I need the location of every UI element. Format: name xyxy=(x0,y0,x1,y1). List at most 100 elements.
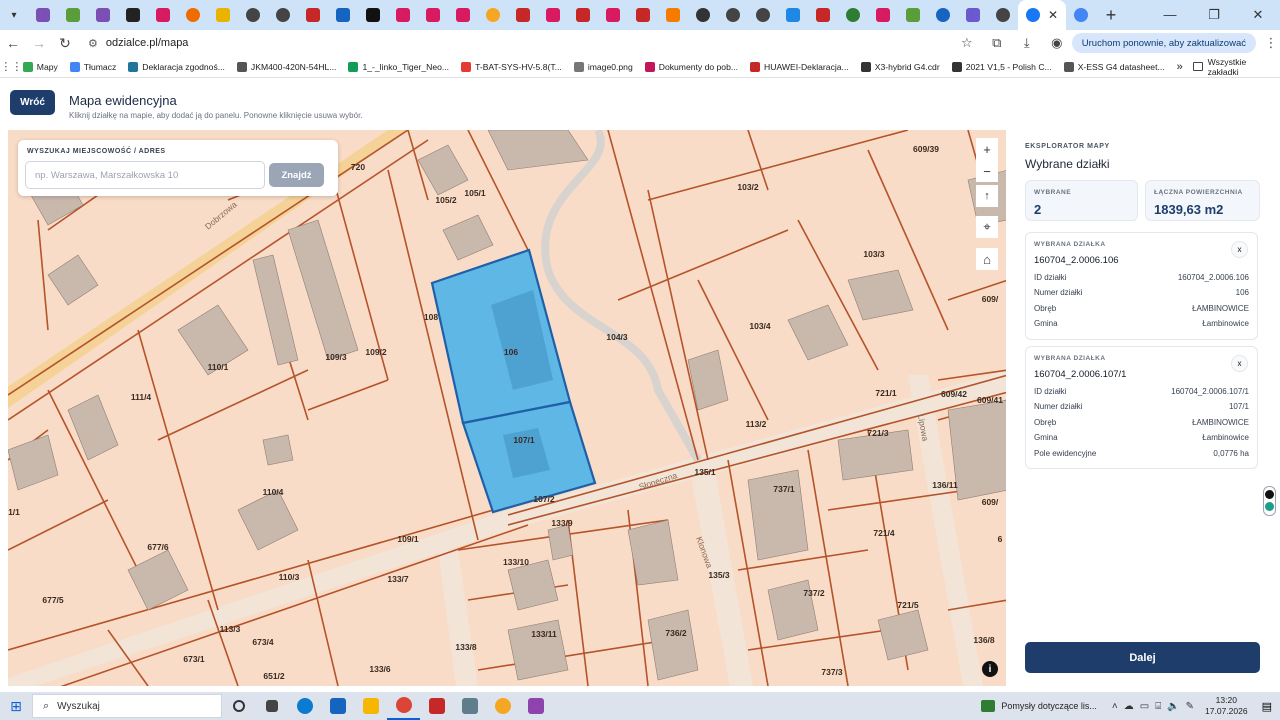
tab-favicon[interactable] xyxy=(598,0,628,30)
tab-favicon[interactable] xyxy=(898,0,928,30)
bookmark-item[interactable]: Mapy xyxy=(22,61,58,72)
bookmark-item[interactable]: X-ESS G4 datasheet... xyxy=(1063,61,1165,72)
more-bookmarks-icon[interactable]: » xyxy=(1177,61,1183,73)
bookmark-item[interactable]: Dokumenty do pob... xyxy=(644,61,738,72)
apps-icon[interactable]: ⋮⋮ xyxy=(0,60,23,73)
home-icon[interactable]: ⌂ xyxy=(976,248,998,270)
tab-favicon[interactable] xyxy=(238,0,268,30)
bookmark-item[interactable]: HUAWEI-Deklaracja... xyxy=(750,61,849,72)
network-icon[interactable]: ⌸ xyxy=(1155,701,1161,712)
onedrive-icon[interactable]: ☁ xyxy=(1124,701,1134,712)
next-button[interactable]: Dalej xyxy=(1025,642,1260,673)
tab-favicon[interactable] xyxy=(508,0,538,30)
app-icon[interactable] xyxy=(519,692,552,720)
zoom-in-button[interactable]: + xyxy=(976,138,998,160)
tab-favicon[interactable] xyxy=(148,0,178,30)
tab-favicon[interactable] xyxy=(928,0,958,30)
tab-favicon[interactable] xyxy=(178,0,208,30)
search-input[interactable]: np. Warszawa, Marszałkowska 10 xyxy=(25,161,265,189)
taskbar-search[interactable]: ⌕ Wyszukaj xyxy=(32,694,222,718)
map-canvas[interactable]: 720 105/1 105/2 108 106 107/1 107/2 109/3 109/2 1… xyxy=(8,130,1006,686)
extensions-icon[interactable]: ⧉ xyxy=(982,35,1012,51)
reload-icon[interactable]: ↻ xyxy=(52,35,78,52)
close-widget-icon[interactable] xyxy=(1265,490,1274,499)
locate-icon[interactable]: ⌖ xyxy=(976,216,998,238)
tab-favicon[interactable] xyxy=(28,0,58,30)
active-tab[interactable]: ✕ xyxy=(1018,0,1066,30)
new-tab-button[interactable]: + xyxy=(1096,5,1126,26)
outlook-icon[interactable] xyxy=(321,692,354,720)
zoom-out-button[interactable]: − xyxy=(976,160,998,182)
tab-favicon[interactable] xyxy=(958,0,988,30)
restore-icon[interactable]: ❐ xyxy=(1192,7,1236,23)
language-icon[interactable]: ✎ xyxy=(1186,701,1194,712)
tab-favicon[interactable] xyxy=(838,0,868,30)
file-explorer-icon[interactable] xyxy=(354,692,387,720)
tab-favicon[interactable] xyxy=(688,0,718,30)
back-button[interactable]: Wróć xyxy=(10,90,55,115)
bookmark-item[interactable]: image0.png xyxy=(573,61,633,72)
tab-favicon[interactable] xyxy=(58,0,88,30)
volume-icon[interactable]: 🔈 xyxy=(1167,701,1179,712)
remove-parcel-button[interactable]: x xyxy=(1231,241,1248,258)
tab-favicon[interactable] xyxy=(778,0,808,30)
tab-favicon[interactable] xyxy=(418,0,448,30)
site-info-icon[interactable]: ⚙ xyxy=(88,37,98,50)
tab-favicon[interactable] xyxy=(538,0,568,30)
tab-favicon[interactable] xyxy=(118,0,148,30)
news-widget[interactable]: Pomysły dotyczące lis... xyxy=(981,700,1097,712)
minimize-icon[interactable]: — xyxy=(1148,7,1192,23)
tab-favicon[interactable] xyxy=(478,0,508,30)
tab-favicon[interactable] xyxy=(448,0,478,30)
tab-favicon[interactable] xyxy=(748,0,778,30)
tab-favicon[interactable] xyxy=(298,0,328,30)
clock[interactable]: 13:20 17.07.2026 xyxy=(1205,695,1248,717)
task-view-icon[interactable] xyxy=(222,692,255,720)
info-icon[interactable]: i xyxy=(982,661,998,677)
close-tab-icon[interactable]: ✕ xyxy=(1048,8,1058,22)
widget-logo-icon[interactable] xyxy=(1265,502,1274,511)
bookmark-item[interactable]: Tłumacz xyxy=(69,61,116,72)
notification-icon[interactable]: ▤ xyxy=(1262,700,1272,713)
download-icon[interactable]: ⤓ xyxy=(1012,35,1042,51)
tab-favicon[interactable] xyxy=(718,0,748,30)
tab-favicon[interactable] xyxy=(328,0,358,30)
search-button[interactable]: Znajdź xyxy=(269,163,324,187)
bookmark-item[interactable]: 1_-_linko_Tiger_Neo... xyxy=(348,61,449,72)
tab-favicon[interactable] xyxy=(268,0,298,30)
tab-favicon[interactable] xyxy=(568,0,598,30)
bookmark-item[interactable]: 2021 V1,5 - Polish C... xyxy=(951,61,1052,72)
tray-chevron-icon[interactable]: ˄ xyxy=(1112,701,1118,712)
bookmark-item[interactable]: JKM400-420N-54HL... xyxy=(236,61,336,72)
parcel-map[interactable]: 720 105/1 105/2 108 106 107/1 107/2 109/3 109/2 1… xyxy=(8,130,1006,686)
bookmark-item[interactable]: Deklaracja zgodnoś... xyxy=(128,61,225,72)
battery-icon[interactable]: ▭ xyxy=(1140,701,1149,712)
bookmark-star-icon[interactable]: ☆ xyxy=(952,35,982,51)
compass-icon[interactable]: ↑ xyxy=(976,185,998,207)
edge-icon[interactable] xyxy=(288,692,321,720)
menu-icon[interactable]: ⋮ xyxy=(1262,35,1280,51)
chrome-icon[interactable] xyxy=(387,692,420,720)
tab-favicon[interactable] xyxy=(358,0,388,30)
tab-favicon[interactable] xyxy=(808,0,838,30)
bookmark-item[interactable]: T-BAT-SYS-HV-5.8(T... xyxy=(461,61,562,72)
tab-search-dropdown-icon[interactable]: ▾ xyxy=(0,0,28,30)
all-bookmarks-button[interactable]: Wszystkie zakładki xyxy=(1192,57,1270,77)
bookmark-item[interactable]: X3-hybrid G4.cdr xyxy=(860,61,940,72)
tab-favicon[interactable] xyxy=(868,0,898,30)
tab-favicon[interactable] xyxy=(388,0,418,30)
notepad-icon[interactable] xyxy=(453,692,486,720)
tab-favicon[interactable] xyxy=(1066,0,1096,30)
update-button[interactable]: Uruchom ponownie, aby zaktualizować xyxy=(1071,33,1256,53)
back-arrow-icon[interactable]: ← xyxy=(0,35,26,51)
tab-favicon[interactable] xyxy=(628,0,658,30)
tab-favicon[interactable] xyxy=(658,0,688,30)
forward-arrow-icon[interactable]: → xyxy=(26,35,52,51)
wps-icon[interactable] xyxy=(420,692,453,720)
address-bar[interactable]: ⚙ odzialce.pl/mapa xyxy=(88,32,944,54)
widgets-icon[interactable] xyxy=(255,692,288,720)
profile-icon[interactable]: ◉ xyxy=(1042,35,1072,51)
tab-favicon[interactable] xyxy=(208,0,238,30)
app-icon[interactable] xyxy=(486,692,519,720)
side-widget[interactable] xyxy=(1263,486,1276,516)
